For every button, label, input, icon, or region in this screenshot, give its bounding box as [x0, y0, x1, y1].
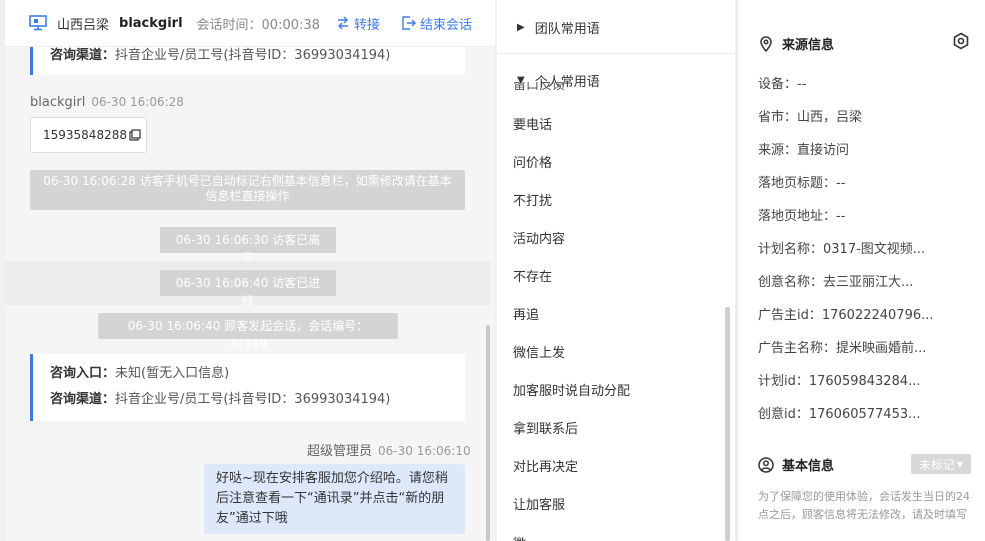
visitor-nickname: blackgirl — [119, 15, 183, 31]
transfer-icon — [337, 16, 348, 30]
transfer-button[interactable]: 转接 — [336, 14, 380, 33]
system-note: 06-30 16:06:30 访客已离开 — [160, 227, 336, 265]
phone-number: 15935848288 — [43, 128, 127, 142]
copy-icon[interactable] — [129, 129, 141, 141]
phrase-item[interactable]: 活动内容 — [513, 221, 630, 259]
team-phrases-toggle[interactable]: ▶ 团队常用语 — [497, 7, 735, 47]
chat-scrollbar[interactable] — [486, 325, 490, 541]
channel-value: 抖音企业号/员工号(抖音号ID：36993034194) — [115, 392, 391, 407]
visitor-sender: blackgirl — [30, 95, 86, 110]
settings-hex-icon[interactable] — [952, 32, 970, 50]
agent-message-meta: 超级管理员 06-30 16:06:10 — [307, 440, 471, 459]
transfer-label: 转接 — [353, 17, 380, 33]
phrase-item[interactable]: 加客服时说自动分配 — [513, 373, 630, 411]
field-landing-url: 落地页地址：-- — [758, 209, 846, 224]
field-plan-name[interactable]: 计划名称：0317-图文视频... — [758, 238, 925, 257]
user-circle-icon — [758, 456, 774, 473]
phrase-item[interactable]: 让加客服 — [513, 487, 630, 525]
tag-dropdown[interactable]: 未标记 ▼ — [911, 454, 971, 474]
divider — [497, 53, 735, 54]
entry-label: 咨询入口： — [50, 366, 116, 381]
field-creative-id[interactable]: 创意id：176060577453... — [758, 403, 921, 422]
phrase-item[interactable]: 对比再决定 — [513, 449, 630, 487]
team-phrases-label: 团队常用语 — [534, 21, 600, 37]
caret-down-icon: ▼ — [956, 459, 964, 469]
entry-info-card: 咨询入口：未知(暂无入口信息) 咨询渠道：抖音企业号/员工号(抖音号ID：369… — [30, 354, 465, 421]
chat-header: 山西吕梁 blackgirl 会话时间：00:00:38 转接 结束会话 — [5, 0, 495, 47]
session-timer: 会话时间：00:00:38 — [196, 17, 320, 33]
field-advertiser-name[interactable]: 广告主名称：提米映画婚前... — [758, 337, 926, 356]
field-creative-name[interactable]: 创意名称：去三亚丽江大... — [758, 271, 913, 290]
agent-message-bubble: 好哒~现在安排客服加您介绍哈。请您稍后注意查看一下“通讯录”并点击“新的朋友”通… — [204, 464, 465, 534]
phrase-item[interactable]: 微信上发 — [513, 335, 630, 373]
phrase-item[interactable]: 再追 — [513, 297, 630, 335]
chat-panel: 山西吕梁 blackgirl 会话时间：00:00:38 转接 结束会话 咨询渠… — [5, 0, 495, 541]
field-device: 设备：-- — [758, 77, 807, 92]
channel-value: 抖音企业号/员工号(抖音号ID：36993034194) — [115, 48, 391, 63]
channel-label: 咨询渠道： — [50, 48, 116, 63]
field-plan-id[interactable]: 计划id：176059843284... — [758, 370, 921, 389]
monitor-icon — [29, 15, 47, 31]
visitor-location: 山西吕梁 — [57, 17, 110, 33]
phrase-item[interactable]: 要电话 — [513, 107, 630, 145]
phrase-list: 要电话 问价格 不打扰 活动内容 不存在 再追 微信上发 加客服时说自动分配 拿… — [513, 107, 630, 525]
personal-phrases-label: 个人常用语 — [534, 74, 600, 90]
phrase-panel: ▶ 团队常用语 留口反馈 ▼ 个人常用语 要电话 问价格 不打扰 活动内容 不存… — [497, 0, 735, 541]
system-note: 06-30 16:06:28 访客手机号已自动标记右侧基本信息栏，如需修改请在基… — [30, 170, 465, 210]
phrase-scrollbar[interactable] — [725, 307, 730, 541]
agent-sender: 超级管理员 — [307, 444, 373, 459]
source-info-title: 来源信息 — [758, 34, 834, 53]
field-advertiser-id[interactable]: 广告主id：176022240796... — [758, 304, 934, 323]
field-source: 来源：直接访问 — [758, 143, 850, 158]
exit-icon — [402, 16, 416, 30]
edit-notice: 为了保障您的使用体验，会话发生当日的24点之后，顾客信息将无法修改，请及时填写 — [758, 490, 970, 521]
channel-label: 咨询渠道： — [50, 392, 116, 407]
phrase-item[interactable]: 不打扰 — [513, 183, 630, 221]
location-pin-icon — [760, 35, 772, 52]
end-session-label: 结束会话 — [419, 17, 472, 33]
agent-time: 06-30 16:06:10 — [378, 444, 471, 458]
phrase-item-partial[interactable]: 微 — [513, 533, 526, 541]
caret-right-icon: ▶ — [517, 21, 525, 33]
visitor-message-meta: blackgirl 06-30 16:06:28 — [30, 95, 184, 110]
visitor-time: 06-30 16:06:28 — [91, 95, 184, 109]
phrase-item[interactable]: 问价格 — [513, 145, 630, 183]
caret-down-icon: ▼ — [517, 74, 525, 86]
field-landing-title: 落地页标题：-- — [758, 176, 846, 191]
info-panel: 来源信息 设备：-- 省市：山西，吕梁 来源：直接访问 落地页标题：-- 落地页… — [737, 0, 985, 541]
phrase-item[interactable]: 不存在 — [513, 259, 630, 297]
phrase-item[interactable]: 拿到联系后 — [513, 411, 630, 449]
end-session-button[interactable]: 结束会话 — [402, 14, 472, 33]
system-note: 06-30 16:06:40 顾客发起会话，会话编号：31319 — [98, 313, 398, 351]
system-note: 06-30 16:06:40 访客已进线 — [160, 270, 336, 308]
basic-info-title: 基本信息 — [758, 455, 834, 474]
phone-message-bubble[interactable]: 15935848288 — [30, 117, 147, 153]
personal-phrases-toggle[interactable]: ▼ 个人常用语 — [497, 60, 735, 100]
tag-label: 未标记 — [918, 457, 955, 472]
entry-value: 未知(暂无入口信息) — [115, 366, 230, 381]
field-province: 省市：山西，吕梁 — [758, 110, 863, 125]
